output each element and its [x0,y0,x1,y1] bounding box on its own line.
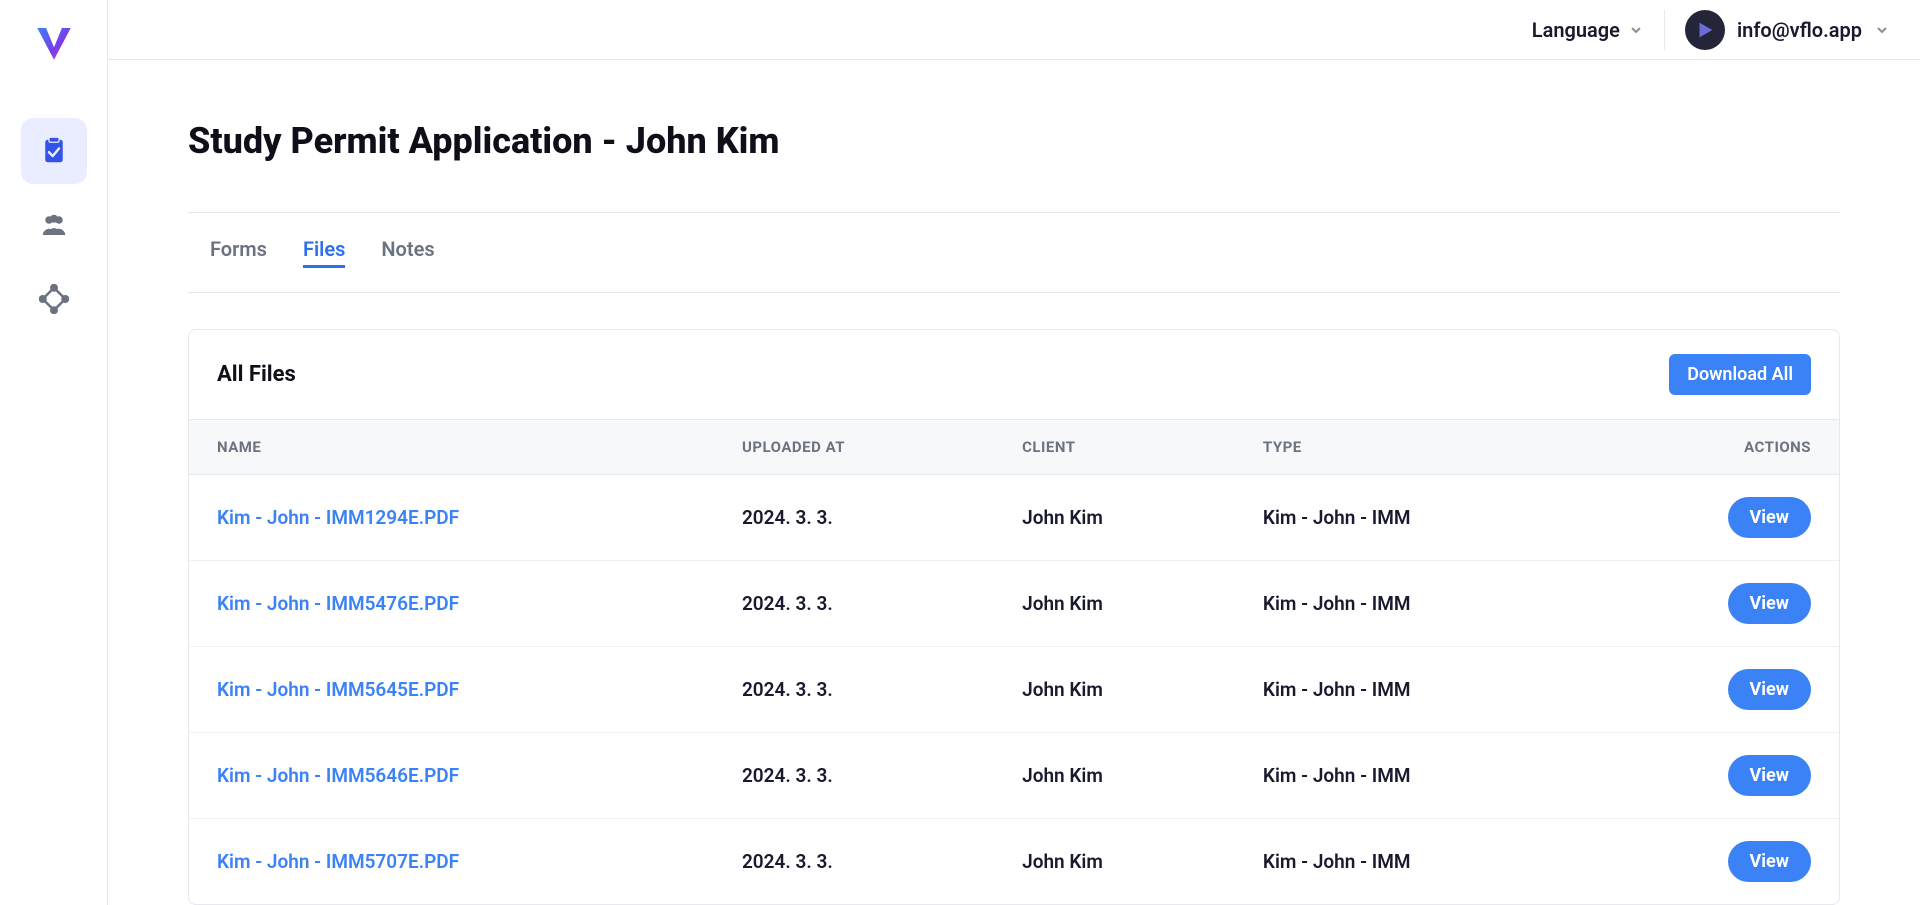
sidebar-item-connections[interactable] [21,266,87,332]
tab-forms[interactable]: Forms [210,237,267,268]
col-header-actions: ACTIONS [1593,420,1839,475]
sidebar [0,0,108,905]
chevron-down-icon [1874,22,1890,38]
files-card-header: All Files Download All [189,330,1839,419]
file-name-link[interactable]: Kim - John - IMM5476E.PDF [217,592,459,615]
file-name-link[interactable]: Kim - John - IMM5645E.PDF [217,678,459,701]
clipboard-check-icon [37,134,71,168]
client-cell: John Kim [994,819,1235,905]
page-content: Study Permit Application - John Kim Form… [108,60,1920,905]
view-button[interactable]: View [1728,583,1811,624]
view-button[interactable]: View [1728,841,1811,882]
type-cell: Kim - John - IMM [1235,819,1593,905]
topbar: Language info@vflo.app [108,0,1920,60]
col-header-uploaded-at: UPLOADED AT [714,420,994,475]
uploaded-at-cell: 2024. 3. 3. [714,561,994,647]
table-row: Kim - John - IMM1294E.PDF 2024. 3. 3.John… [189,475,1839,561]
page-title: Study Permit Application - John Kim [188,120,1840,162]
download-all-button[interactable]: Download All [1669,354,1811,395]
avatar [1685,10,1725,50]
client-cell: John Kim [994,733,1235,819]
view-button[interactable]: View [1728,755,1811,796]
diamond-nodes-icon [37,282,71,316]
user-menu[interactable]: info@vflo.app [1685,10,1890,50]
chevron-down-icon [1628,22,1644,38]
type-cell: Kim - John - IMM [1235,733,1593,819]
client-cell: John Kim [994,561,1235,647]
type-cell: Kim - John - IMM [1235,647,1593,733]
language-label: Language [1532,18,1620,42]
uploaded-at-cell: 2024. 3. 3. [714,733,994,819]
user-email: info@vflo.app [1737,18,1862,42]
topbar-divider [1664,10,1665,50]
type-cell: Kim - John - IMM [1235,561,1593,647]
sidebar-item-people[interactable] [21,192,87,258]
people-icon [37,208,71,242]
client-cell: John Kim [994,647,1235,733]
files-card: All Files Download All NAME UPLOADED AT … [188,329,1840,905]
table-row: Kim - John - IMM5646E.PDF 2024. 3. 3.John… [189,733,1839,819]
uploaded-at-cell: 2024. 3. 3. [714,475,994,561]
tab-files[interactable]: Files [303,237,345,268]
sidebar-item-applications[interactable] [21,118,87,184]
view-button[interactable]: View [1728,669,1811,710]
file-name-link[interactable]: Kim - John - IMM5707E.PDF [217,850,459,873]
app-logo[interactable] [29,18,79,68]
col-header-type: TYPE [1235,420,1593,475]
logo-icon [32,21,76,65]
language-selector[interactable]: Language [1532,18,1644,42]
client-cell: John Kim [994,475,1235,561]
view-button[interactable]: View [1728,497,1811,538]
col-header-client: CLIENT [994,420,1235,475]
tab-notes[interactable]: Notes [381,237,434,268]
uploaded-at-cell: 2024. 3. 3. [714,819,994,905]
table-row: Kim - John - IMM5707E.PDF 2024. 3. 3.John… [189,819,1839,905]
files-table: NAME UPLOADED AT CLIENT TYPE ACTIONS Kim… [189,419,1839,904]
file-name-link[interactable]: Kim - John - IMM5646E.PDF [217,764,459,787]
file-name-link[interactable]: Kim - John - IMM1294E.PDF [217,506,459,529]
tabs: Forms Files Notes [188,212,1840,293]
table-row: Kim - John - IMM5645E.PDF 2024. 3. 3.John… [189,647,1839,733]
type-cell: Kim - John - IMM [1235,475,1593,561]
uploaded-at-cell: 2024. 3. 3. [714,647,994,733]
play-icon [1694,19,1716,41]
col-header-name: NAME [189,420,714,475]
files-card-title: All Files [217,362,296,387]
table-row: Kim - John - IMM5476E.PDF 2024. 3. 3.John… [189,561,1839,647]
